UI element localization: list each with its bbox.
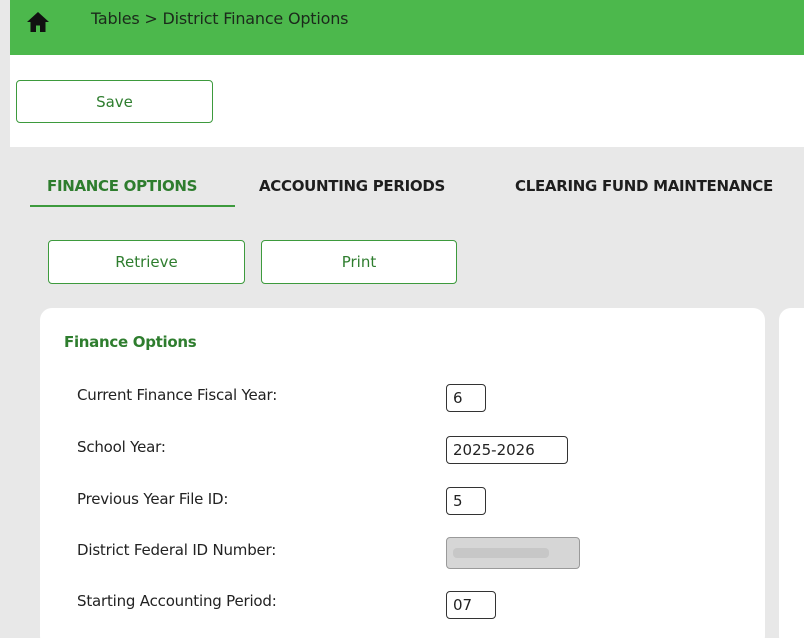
starting-accounting-period-label: Starting Accounting Period: bbox=[77, 592, 277, 610]
panel-title: Finance Options bbox=[64, 333, 197, 351]
previous-year-file-id-label: Previous Year File ID: bbox=[77, 490, 229, 508]
finance-options-panel bbox=[40, 308, 765, 638]
school-year-label: School Year: bbox=[77, 438, 166, 456]
tab-clearing-fund-maintenance[interactable]: CLEARING FUND MAINTENANCE bbox=[515, 177, 773, 195]
print-button[interactable]: Print bbox=[261, 240, 457, 284]
school-year-field[interactable]: 2025-2026 bbox=[446, 436, 568, 464]
active-tab-indicator bbox=[30, 205, 235, 207]
home-icon[interactable] bbox=[26, 11, 50, 33]
previous-year-file-id-field[interactable]: 5 bbox=[446, 487, 486, 515]
toolbar: Save bbox=[10, 55, 804, 147]
current-finance-fiscal-year-field[interactable]: 6 bbox=[446, 384, 486, 412]
tab-finance-options[interactable]: FINANCE OPTIONS bbox=[47, 177, 198, 195]
district-federal-id-label: District Federal ID Number: bbox=[77, 541, 277, 559]
side-panel bbox=[779, 308, 804, 638]
save-button[interactable]: Save bbox=[16, 80, 213, 123]
tab-accounting-periods[interactable]: ACCOUNTING PERIODS bbox=[259, 177, 445, 195]
header-bar: Tables > District Finance Options bbox=[10, 0, 804, 55]
redacted-value bbox=[453, 548, 549, 558]
current-finance-fiscal-year-label: Current Finance Fiscal Year: bbox=[77, 386, 278, 404]
starting-accounting-period-field[interactable]: 07 bbox=[446, 591, 496, 619]
district-federal-id-field[interactable] bbox=[446, 537, 580, 569]
retrieve-button[interactable]: Retrieve bbox=[48, 240, 245, 284]
breadcrumb: Tables > District Finance Options bbox=[91, 9, 349, 28]
